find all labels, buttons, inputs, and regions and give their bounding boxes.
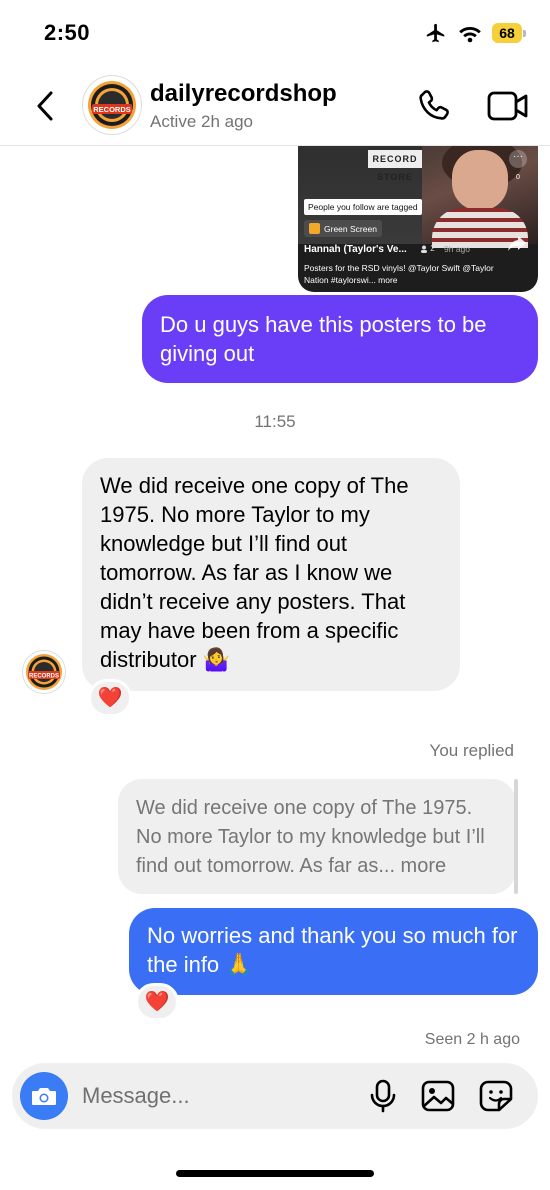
- heart-reaction[interactable]: ❤️: [135, 983, 179, 1021]
- contact-name[interactable]: dailyrecordshop: [150, 80, 337, 108]
- reel-tag-label: People you follow are tagged: [304, 199, 422, 215]
- battery-icon: 68: [492, 23, 526, 43]
- airplane-icon: [424, 22, 448, 44]
- camera-button[interactable]: [20, 1072, 68, 1120]
- battery-level: 68: [492, 23, 522, 43]
- phone-icon: [419, 90, 449, 120]
- reel-people-count: 2: [420, 244, 435, 253]
- reply-indicator-bar: [514, 779, 518, 894]
- reel-store-sign: RECORD STORE: [368, 150, 422, 182]
- active-status: Active 2h ago: [150, 112, 254, 131]
- video-call-button[interactable]: [486, 88, 530, 124]
- sticker-icon: [479, 1080, 513, 1112]
- sticker-button[interactable]: [478, 1079, 514, 1113]
- heart-reaction[interactable]: ❤️: [88, 679, 132, 717]
- avatar-logo-text: RECORDS: [29, 674, 59, 680]
- status-icons: 68: [424, 20, 526, 46]
- reel-effect-label: Green Screen: [304, 220, 382, 237]
- microphone-icon: [370, 1079, 396, 1113]
- home-indicator[interactable]: [176, 1170, 374, 1177]
- status-bar: 2:50 68: [0, 0, 550, 66]
- gallery-button[interactable]: [420, 1079, 456, 1113]
- seen-status: Seen 2 h ago: [424, 1031, 520, 1048]
- quoted-message[interactable]: We did receive one copy of The 1975. No …: [118, 779, 516, 894]
- sent-message[interactable]: No worries and thank you so much for the…: [129, 908, 538, 995]
- reel-side-count: 0: [516, 174, 520, 181]
- wifi-icon: [458, 23, 482, 43]
- avatar[interactable]: RECORDS: [82, 75, 142, 135]
- microphone-button[interactable]: [368, 1079, 398, 1113]
- back-button[interactable]: [30, 88, 60, 124]
- reel-time-ago: 9h ago: [444, 244, 470, 254]
- camera-icon: [32, 1088, 56, 1105]
- received-message[interactable]: We did receive one copy of The 1975. No …: [82, 458, 460, 691]
- chat-header: RECORDS dailyrecordshop Active 2h ago: [0, 66, 550, 146]
- video-camera-icon: [487, 91, 528, 121]
- reel-author: Hannah (Taylor's Ve...: [304, 244, 407, 255]
- effect-icon: [309, 223, 320, 234]
- message-timestamp: 11:55: [254, 412, 296, 431]
- chevron-left-icon: [37, 91, 53, 121]
- avatar-logo-text: RECORDS: [93, 105, 131, 114]
- message-input[interactable]: [82, 1076, 352, 1116]
- more-icon[interactable]: ···: [509, 150, 527, 168]
- shared-reel-card[interactable]: RECORD STORE ··· 0 People you follow are…: [298, 146, 538, 292]
- image-icon: [421, 1080, 455, 1112]
- reel-caption: Posters for the RSD vinyls! @Taylor Swif…: [304, 263, 494, 285]
- sender-avatar[interactable]: RECORDS: [22, 650, 66, 694]
- you-replied-label: You replied: [429, 741, 514, 760]
- status-time: 2:50: [44, 20, 91, 45]
- voice-call-button[interactable]: [414, 86, 454, 126]
- reel-side-actions: ··· 0: [504, 150, 532, 181]
- message-composer: [12, 1063, 538, 1129]
- share-icon[interactable]: [506, 232, 528, 254]
- sent-message[interactable]: Do u guys have this posters to be giving…: [142, 295, 538, 383]
